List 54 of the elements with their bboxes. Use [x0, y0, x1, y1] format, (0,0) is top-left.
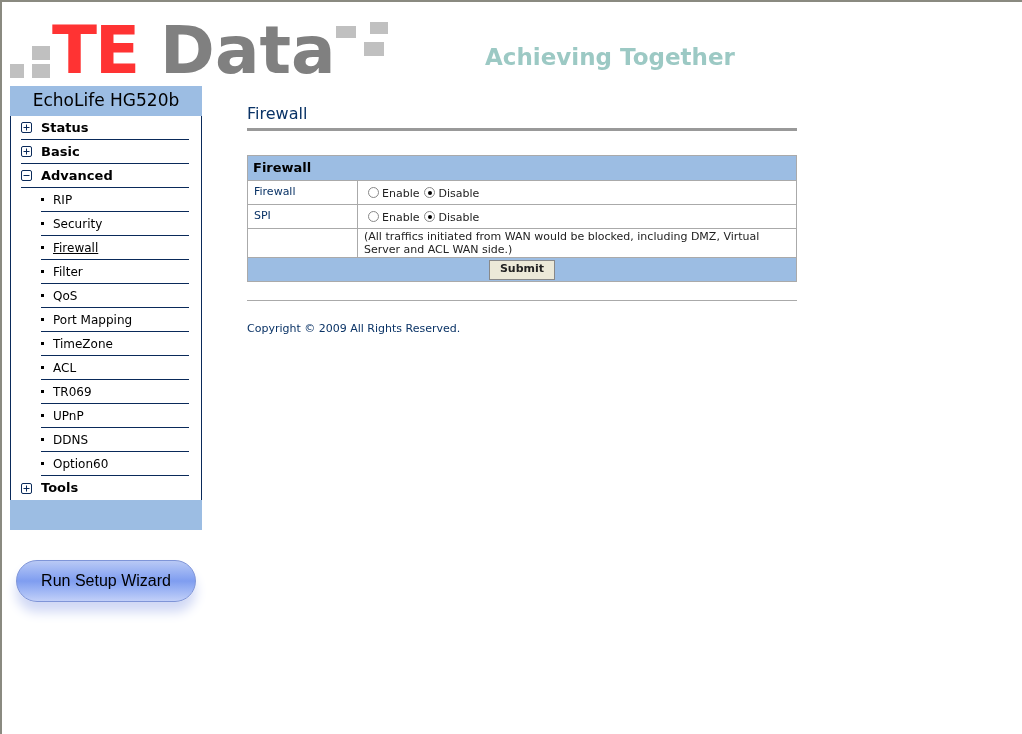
menu-item[interactable]: Advanced [41, 165, 113, 186]
bullet-icon [41, 414, 44, 417]
radio-button[interactable] [368, 187, 379, 198]
radio-label: Disable [438, 185, 480, 202]
menu-item[interactable]: Tools [41, 478, 79, 498]
bullet-icon [41, 438, 44, 441]
squares-icon [10, 44, 50, 78]
bullet-icon [41, 246, 44, 249]
submenu-item[interactable]: Option60 [53, 454, 109, 473]
logo-text: TE [52, 18, 139, 84]
expand-icon[interactable] [21, 122, 32, 133]
menu-item[interactable]: Status [41, 117, 89, 138]
bullet-icon [41, 462, 44, 465]
bullet-icon [41, 342, 44, 345]
expand-icon[interactable] [21, 482, 32, 494]
page-title: Firewall [247, 102, 797, 131]
submenu-item[interactable]: Port Mapping [53, 310, 133, 329]
field-label: Firewall [248, 181, 358, 204]
run-setup-wizard-button[interactable]: Run Setup Wizard [16, 560, 196, 602]
submenu-item[interactable]: QoS [53, 286, 78, 305]
bullet-icon [41, 366, 44, 369]
field-label: SPI [248, 205, 358, 228]
radio-label: Disable [438, 209, 480, 226]
form-header: Firewall [248, 156, 796, 180]
submenu-item[interactable]: TimeZone [53, 334, 113, 353]
squares-icon [335, 22, 390, 58]
bullet-icon [41, 198, 44, 201]
copyright-text: Copyright © 2009 All Rights Reserved. [247, 321, 462, 337]
submenu-item[interactable]: Firewall [53, 238, 99, 257]
bullet-icon [41, 390, 44, 393]
bullet-icon [41, 222, 44, 225]
submit-button[interactable]: Submit [488, 259, 556, 280]
radio-button[interactable] [424, 211, 436, 222]
menu-item[interactable]: Basic [41, 141, 80, 162]
note-text: (All traffics initiated from WAN would be blocked, including DMZ, Virtual Server and ACL WAN side.) [363, 229, 761, 257]
submenu-item[interactable]: Security [53, 214, 103, 233]
bullet-icon [41, 318, 44, 321]
slogan: Achieving Together [485, 43, 735, 72]
bullet-icon [41, 294, 44, 297]
radio-label: Enable [382, 209, 420, 226]
radio-label: Enable [382, 185, 420, 202]
submenu-item[interactable]: TR069 [53, 382, 92, 401]
expand-icon[interactable] [21, 146, 32, 157]
submenu-item[interactable]: RIP [53, 190, 73, 209]
sidebar-title: EchoLife HG520b [10, 86, 202, 116]
submenu-item[interactable]: DDNS [53, 430, 89, 449]
submenu-item[interactable]: UPnP [53, 406, 84, 425]
radio-button[interactable] [424, 187, 436, 198]
submenu-item[interactable]: ACL [53, 358, 77, 377]
bullet-icon [41, 270, 44, 273]
submenu-item[interactable]: Filter [53, 262, 83, 281]
logo-text: Data [160, 18, 336, 84]
collapse-icon[interactable] [21, 170, 32, 181]
radio-button[interactable] [368, 211, 379, 222]
